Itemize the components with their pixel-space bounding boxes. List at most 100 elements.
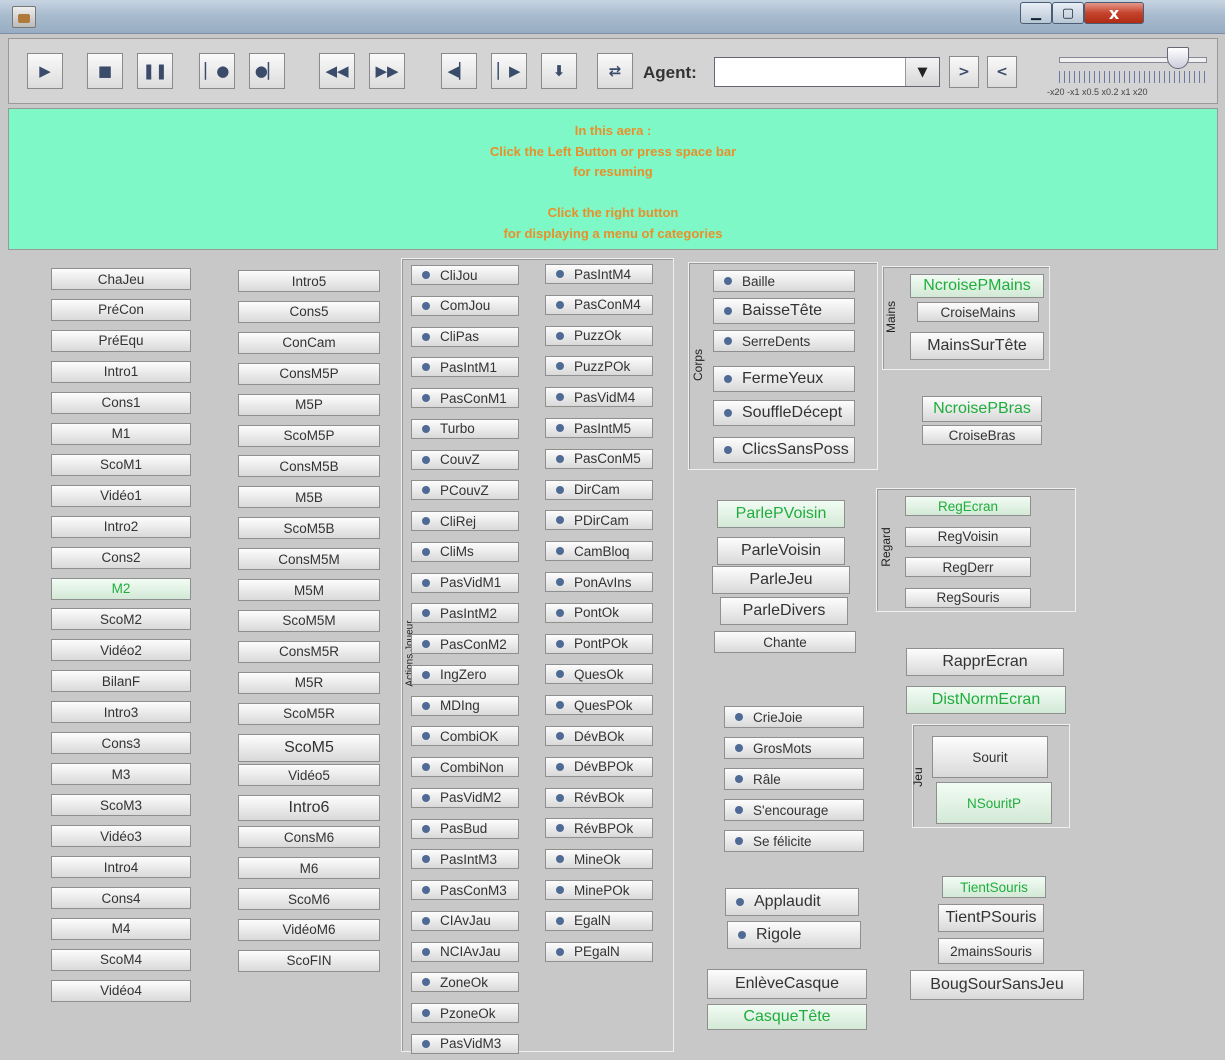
action-pasintm2[interactable]: PasIntM2 [411, 603, 519, 624]
button-consm5r[interactable]: ConsM5R [238, 640, 380, 663]
action-quesok[interactable]: QuesOk [545, 664, 653, 685]
mains-ncroisepmains[interactable]: NcroisePMains [910, 274, 1044, 298]
button-scom5r[interactable]: ScoM5R [238, 702, 380, 725]
action-pontpok[interactable]: PontPOk [545, 633, 653, 654]
button-m6[interactable]: M6 [238, 857, 380, 880]
voix-rale[interactable]: Râle [724, 768, 864, 790]
action-pasvidm3[interactable]: PasVidM3 [411, 1033, 519, 1054]
regard-regvoisin[interactable]: RegVoisin [905, 526, 1031, 547]
action-pasconm4[interactable]: PasConM4 [545, 294, 653, 315]
button-scom3[interactable]: ScoM3 [51, 794, 191, 817]
close-button[interactable]: x [1084, 2, 1144, 24]
action-pasconm5[interactable]: PasConM5 [545, 448, 653, 469]
slider-thumb[interactable] [1167, 47, 1189, 69]
parle-parlejeu[interactable]: ParleJeu [712, 566, 850, 594]
speed-slider[interactable]: -x20 -x1 x0.5 x0.2 x1 x20 [1047, 43, 1219, 101]
parle-parlepvoisin[interactable]: ParlePVoisin [717, 500, 845, 528]
button-cons5[interactable]: Cons5 [238, 300, 380, 323]
rewind-button[interactable]: ◀◀ [319, 53, 355, 89]
button-scom2[interactable]: ScoM2 [51, 608, 191, 631]
action-pasintm1[interactable]: PasIntM1 [411, 357, 519, 378]
button-intro1[interactable]: Intro1 [51, 360, 191, 383]
button-video4[interactable]: Vidéo4 [51, 979, 191, 1002]
regard-regderr[interactable]: RegDerr [905, 557, 1031, 577]
casque-casquetete[interactable]: CasqueTête [707, 1004, 867, 1030]
button-concam[interactable]: ConCam [238, 331, 380, 354]
corps-baille[interactable]: Baille [713, 270, 855, 292]
tient-tientpsouris[interactable]: TientPSouris [938, 904, 1044, 932]
action-mding[interactable]: MDIng [411, 695, 519, 716]
jeu-nsouritp[interactable]: NSouritP [936, 782, 1052, 824]
jeu-sourit[interactable]: Sourit [932, 736, 1048, 778]
action-pasvidm4[interactable]: PasVidM4 [545, 387, 653, 408]
button-scom4[interactable]: ScoM4 [51, 948, 191, 971]
action-turbo[interactable]: Turbo [411, 418, 519, 439]
corps-clicssansposs[interactable]: ClicsSansPoss [713, 437, 855, 463]
button-cons3[interactable]: Cons3 [51, 732, 191, 755]
action-pontok[interactable]: PontOk [545, 602, 653, 623]
action-comjou[interactable]: ComJou [411, 295, 519, 316]
voix-s-encourage[interactable]: S'encourage [724, 799, 864, 821]
corps-serredents[interactable]: SerreDents [713, 330, 855, 352]
voix-grosmots[interactable]: GrosMots [724, 737, 864, 759]
agent-select[interactable]: ▼ [714, 57, 940, 87]
action-ponavins[interactable]: PonAvIns [545, 572, 653, 592]
voix-se-felicite[interactable]: Se félicite [724, 830, 864, 852]
corps-fermeyeux[interactable]: FermeYeux [713, 366, 855, 392]
button-bilanf[interactable]: BilanF [51, 670, 191, 693]
step-back-button[interactable]: ◀▏ [441, 53, 477, 89]
action-ciavjau[interactable]: CIAvJau [411, 910, 519, 931]
prev-agent-button[interactable]: < [987, 56, 1017, 88]
corps-baissetete[interactable]: BaisseTête [713, 298, 855, 324]
button-intro6[interactable]: Intro6 [238, 795, 380, 822]
button-video3[interactable]: Vidéo3 [51, 825, 191, 848]
action-ingzero[interactable]: IngZero [411, 664, 519, 685]
button-bougsoursansjeu[interactable]: BougSourSansJeu [910, 970, 1084, 1000]
action-pzoneok[interactable]: PzoneOk [411, 1003, 519, 1023]
action-zoneok[interactable]: ZoneOk [411, 972, 519, 993]
button-scom5[interactable]: ScoM5 [238, 733, 380, 762]
ecran-distnormecran[interactable]: DistNormEcran [906, 686, 1066, 714]
button-m4[interactable]: M4 [51, 917, 191, 940]
begin-button[interactable]: ▏● [199, 53, 235, 89]
button-cons1[interactable]: Cons1 [51, 391, 191, 414]
parle-parledivers[interactable]: ParleDivers [720, 597, 848, 625]
bras-ncroisepbras[interactable]: NcroisePBras [922, 396, 1042, 422]
action-pasvidm2[interactable]: PasVidM2 [411, 787, 519, 808]
action-dircam[interactable]: DirCam [545, 479, 653, 500]
action-pasbud[interactable]: PasBud [411, 818, 519, 839]
button-cons4[interactable]: Cons4 [51, 887, 191, 909]
action-quespok[interactable]: QuesPOk [545, 695, 653, 716]
action-cambloq[interactable]: CamBloq [545, 541, 653, 562]
action-clirej[interactable]: CliRej [411, 511, 519, 531]
voix-criejoie[interactable]: CrieJoie [724, 706, 864, 728]
action-pasvidm1[interactable]: PasVidM1 [411, 572, 519, 593]
next-agent-button[interactable]: > [949, 56, 979, 88]
button-consm6[interactable]: ConsM6 [238, 826, 380, 849]
action-combinon[interactable]: CombiNon [411, 757, 519, 777]
button-m5p[interactable]: M5P [238, 393, 380, 416]
button-video5[interactable]: Vidéo5 [238, 764, 380, 787]
button-intro5[interactable]: Intro5 [238, 270, 380, 292]
button-consm5m[interactable]: ConsM5M [238, 548, 380, 571]
action-pasintm3[interactable]: PasIntM3 [411, 849, 519, 870]
button-m3[interactable]: M3 [51, 763, 191, 786]
action-devbok[interactable]: DévBOk [545, 726, 653, 746]
button-m5r[interactable]: M5R [238, 671, 380, 694]
button-cons2[interactable]: Cons2 [51, 546, 191, 569]
action-revbpok[interactable]: RévBPOk [545, 818, 653, 839]
step-forward-button[interactable]: ▏▶ [491, 53, 527, 89]
button-intro2[interactable]: Intro2 [51, 515, 191, 538]
minimize-button[interactable]: ▁ [1020, 2, 1052, 24]
tient-2mainssouris[interactable]: 2mainsSouris [938, 938, 1044, 964]
swap-button[interactable]: ⇄ [597, 53, 633, 89]
stop-button[interactable]: ■ [87, 53, 123, 89]
info-area[interactable]: In this aera : Click the Left Button or p… [8, 108, 1218, 250]
action-pasintm4[interactable]: PasIntM4 [545, 264, 653, 284]
button-intro3[interactable]: Intro3 [51, 701, 191, 724]
button-video1[interactable]: Vidéo1 [51, 484, 191, 507]
button-preequ[interactable]: PréEqu [51, 329, 191, 352]
fastforward-button[interactable]: ▶▶ [369, 53, 405, 89]
action-puzzok[interactable]: PuzzOk [545, 325, 653, 346]
parle-parlevoisin[interactable]: ParleVoisin [717, 537, 845, 565]
